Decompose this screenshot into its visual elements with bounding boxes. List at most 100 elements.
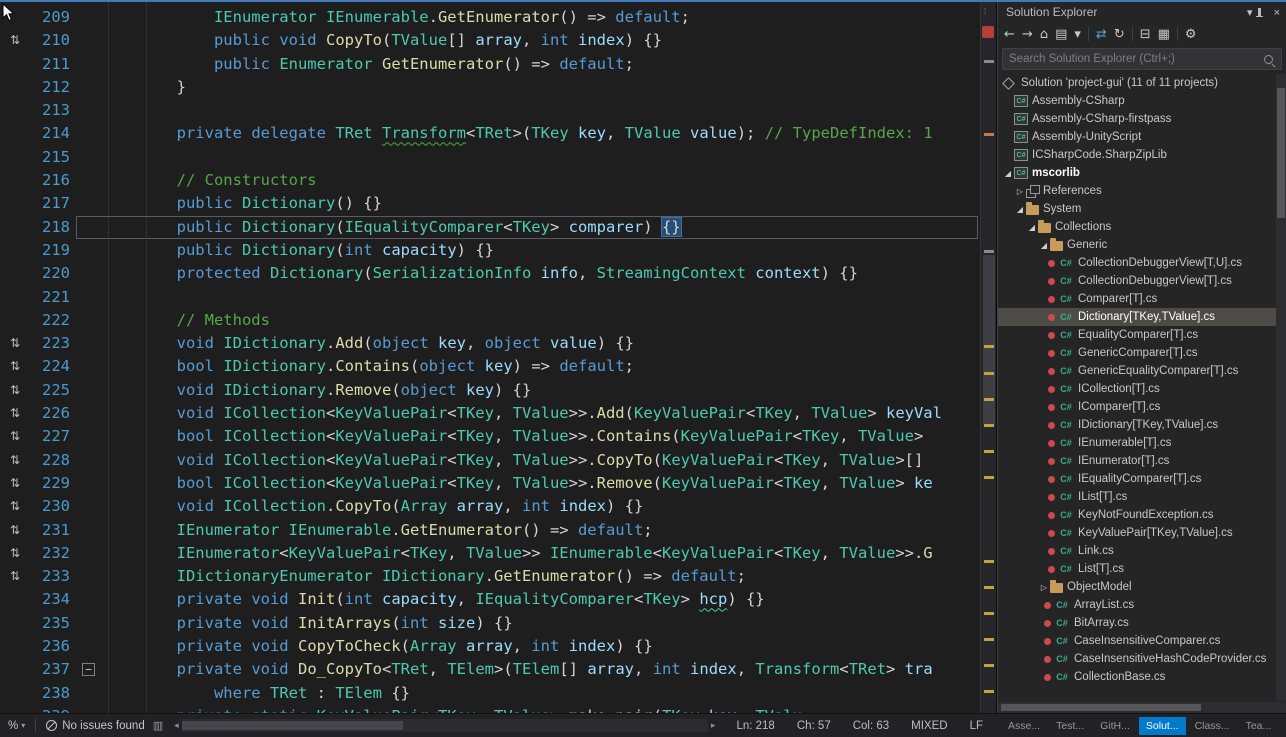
code-line[interactable]: 236private void CopyToCheck(Array array,… [0, 635, 980, 658]
reference-arrows-icon[interactable]: ⇅ [0, 542, 30, 565]
window-position-icon[interactable]: ▾ [1247, 7, 1253, 19]
home-icon[interactable]: ⌂ [1040, 27, 1048, 42]
reference-arrows-icon[interactable]: ⇅ [0, 425, 30, 448]
tree-vertical-scrollbar[interactable] [1276, 74, 1286, 701]
tree-horizontal-scrollbar[interactable] [998, 702, 1286, 713]
code-line[interactable]: 239private static KeyValuePair<TKey, TVa… [0, 705, 980, 713]
tree-item[interactable]: C#IEqualityComparer[T].cs [998, 470, 1286, 488]
code-line[interactable]: 214private delegate TRet Transform<TRet>… [0, 122, 980, 145]
tree-item[interactable]: C#IDictionary[TKey,TValue].cs [998, 416, 1286, 434]
tree-item[interactable]: C#Assembly-UnityScript [998, 128, 1286, 146]
tree-item[interactable]: C#KeyNotFoundException.cs [998, 506, 1286, 524]
tree-item[interactable]: C#GenericComparer[T].cs [998, 344, 1286, 362]
tree-item[interactable]: C#Dictionary[TKey,TValue].cs [998, 308, 1286, 326]
tree-item[interactable]: C#CollectionBase.cs [998, 668, 1286, 686]
chevron-expanded-icon[interactable]: ◢ [1026, 223, 1038, 232]
code-line[interactable]: ⇅223void IDictionary.Add(object key, obj… [0, 332, 980, 355]
tree-item[interactable]: C#GenericEqualityComparer[T].cs [998, 362, 1286, 380]
tree-item[interactable]: C#IComparer[T].cs [998, 398, 1286, 416]
tree-item[interactable]: ◢C#mscorlib [998, 164, 1286, 182]
code-line[interactable]: 209IEnumerator IEnumerable.GetEnumerator… [0, 6, 980, 29]
tree-item[interactable]: C#CollectionDebuggerView[T].cs [998, 272, 1286, 290]
forward-icon[interactable]: → [1022, 27, 1033, 42]
code-line[interactable]: ⇅227bool ICollection<KeyValuePair<TKey, … [0, 425, 980, 448]
editor-vertical-scrollbar[interactable]: ⁞ [980, 0, 996, 713]
tree-item[interactable]: ◢Generic [998, 236, 1286, 254]
code-line[interactable]: 211public Enumerator GetEnumerator() => … [0, 53, 980, 76]
reference-arrows-icon[interactable]: ⇅ [0, 332, 30, 355]
tree-item[interactable]: C#IList[T].cs [998, 488, 1286, 506]
reference-arrows-icon[interactable]: ⇅ [0, 29, 30, 52]
code-editor[interactable]: 209IEnumerator IEnumerable.GetEnumerator… [0, 0, 997, 713]
sync-with-active-document-icon[interactable]: ⇄ [1096, 27, 1107, 42]
code-line[interactable]: ⇅232IEnumerator<KeyValuePair<TKey, TValu… [0, 542, 980, 565]
indentation-indicator[interactable]: MIXED [911, 720, 947, 732]
tree-item[interactable]: C#ArrayList.cs [998, 596, 1286, 614]
reference-arrows-icon[interactable]: ⇅ [0, 379, 30, 402]
code-line[interactable]: 217public Dictionary() {} [0, 192, 980, 215]
tree-item[interactable]: C#Comparer[T].cs [998, 290, 1286, 308]
tree-item[interactable]: C#IEnumerable[T].cs [998, 434, 1286, 452]
code-line[interactable]: 238where TRet : TElem {} [0, 682, 980, 705]
code-line[interactable]: 234private void Init(int capacity, IEqua… [0, 588, 980, 611]
code-line[interactable]: ⇅226void ICollection<KeyValuePair<TKey, … [0, 402, 980, 425]
tree-item[interactable]: C#Assembly-CSharp-firstpass [998, 110, 1286, 128]
chevron-collapsed-icon[interactable]: ▷ [1038, 583, 1050, 592]
pin-icon[interactable] [1258, 8, 1261, 16]
editor-horizontal-scrollbar[interactable]: ◂ ▸ [171, 719, 718, 732]
tree-item[interactable]: C#KeyValuePair[TKey,TValue].cs [998, 524, 1286, 542]
column-indicator[interactable]: Col: 63 [853, 720, 889, 732]
code-line[interactable]: 216// Constructors [0, 169, 980, 192]
chevron-expanded-icon[interactable]: ◢ [1014, 205, 1026, 214]
line-ending-indicator[interactable]: LF [970, 720, 983, 732]
code-line[interactable]: ⇅210public void CopyTo(TValue[] array, i… [0, 29, 980, 52]
tree-item[interactable]: ▷ObjectModel [998, 578, 1286, 596]
tree-item[interactable]: C#List[T].cs [998, 560, 1286, 578]
tree-item[interactable]: Solution 'project-gui' (11 of 11 project… [998, 74, 1286, 92]
tree-item[interactable]: ◢Collections [998, 218, 1286, 236]
code-line[interactable]: 215 [0, 146, 980, 169]
character-indicator[interactable]: Ch: 57 [797, 720, 831, 732]
properties-icon[interactable]: ⚙ [1185, 27, 1197, 42]
tree-item[interactable]: C#BitArray.cs [998, 614, 1286, 632]
code-line[interactable]: 212} [0, 76, 980, 99]
code-line[interactable]: ⇅224bool IDictionary.Contains(object key… [0, 355, 980, 378]
refresh-icon[interactable]: ↻ [1114, 27, 1125, 42]
fold-collapse-icon[interactable]: − [82, 663, 95, 676]
code-line[interactable]: ⇅230void ICollection.CopyTo(Array array,… [0, 495, 980, 518]
views-dropdown-icon[interactable]: ▾ [1074, 27, 1081, 42]
tool-window-tab[interactable]: GitH... [1093, 717, 1137, 735]
document-health-error-indicator[interactable] [982, 26, 994, 38]
code-line[interactable]: ⇅231IEnumerator IEnumerable.GetEnumerato… [0, 519, 980, 542]
issues-indicator[interactable]: No issues found [38, 720, 152, 732]
tool-window-tab[interactable]: Class... [1188, 717, 1237, 735]
switch-views-icon[interactable]: ▤ [1055, 27, 1067, 42]
code-line[interactable]: ⇅228void ICollection<KeyValuePair<TKey, … [0, 449, 980, 472]
collapse-all-icon[interactable]: ⊟ [1140, 27, 1151, 42]
code-line[interactable]: 218public Dictionary(IEqualityComparer<T… [0, 216, 980, 239]
tree-item[interactable]: C#ICollection[T].cs [998, 380, 1286, 398]
reference-arrows-icon[interactable]: ⇅ [0, 449, 30, 472]
tool-window-tab[interactable]: Solut... [1139, 717, 1186, 735]
tree-item[interactable]: C#ICSharpCode.SharpZipLib [998, 146, 1286, 164]
code-line[interactable]: 235private void InitArrays(int size) {} [0, 612, 980, 635]
reference-arrows-icon[interactable]: ⇅ [0, 519, 30, 542]
reference-arrows-icon[interactable]: ⇅ [0, 565, 30, 588]
scroll-right-icon[interactable]: ▸ [708, 721, 719, 731]
tree-item[interactable]: C#Link.cs [998, 542, 1286, 560]
back-icon[interactable]: ← [1004, 27, 1015, 42]
tree-item[interactable]: C#EqualityComparer[T].cs [998, 326, 1286, 344]
code-line[interactable]: ⇅225void IDictionary.Remove(object key) … [0, 379, 980, 402]
tree-item[interactable]: C#CollectionDebuggerView[T,U].cs [998, 254, 1286, 272]
code-line[interactable]: ⇅229bool ICollection<KeyValuePair<TKey, … [0, 472, 980, 495]
hscroll-thumb[interactable] [182, 721, 403, 730]
zoom-control[interactable]: % ▾ [0, 720, 33, 732]
reference-arrows-icon[interactable]: ⇅ [0, 472, 30, 495]
tree-item[interactable]: ◢System [998, 200, 1286, 218]
code-line[interactable]: 222// Methods [0, 309, 980, 332]
tree-item[interactable]: C#CaseInsensitiveComparer.cs [998, 632, 1286, 650]
show-all-files-icon[interactable]: ▦ [1158, 27, 1170, 42]
search-icon[interactable] [1264, 55, 1273, 64]
tree-item[interactable]: C#Assembly-CSharp [998, 92, 1286, 110]
reference-arrows-icon[interactable]: ⇅ [0, 402, 30, 425]
